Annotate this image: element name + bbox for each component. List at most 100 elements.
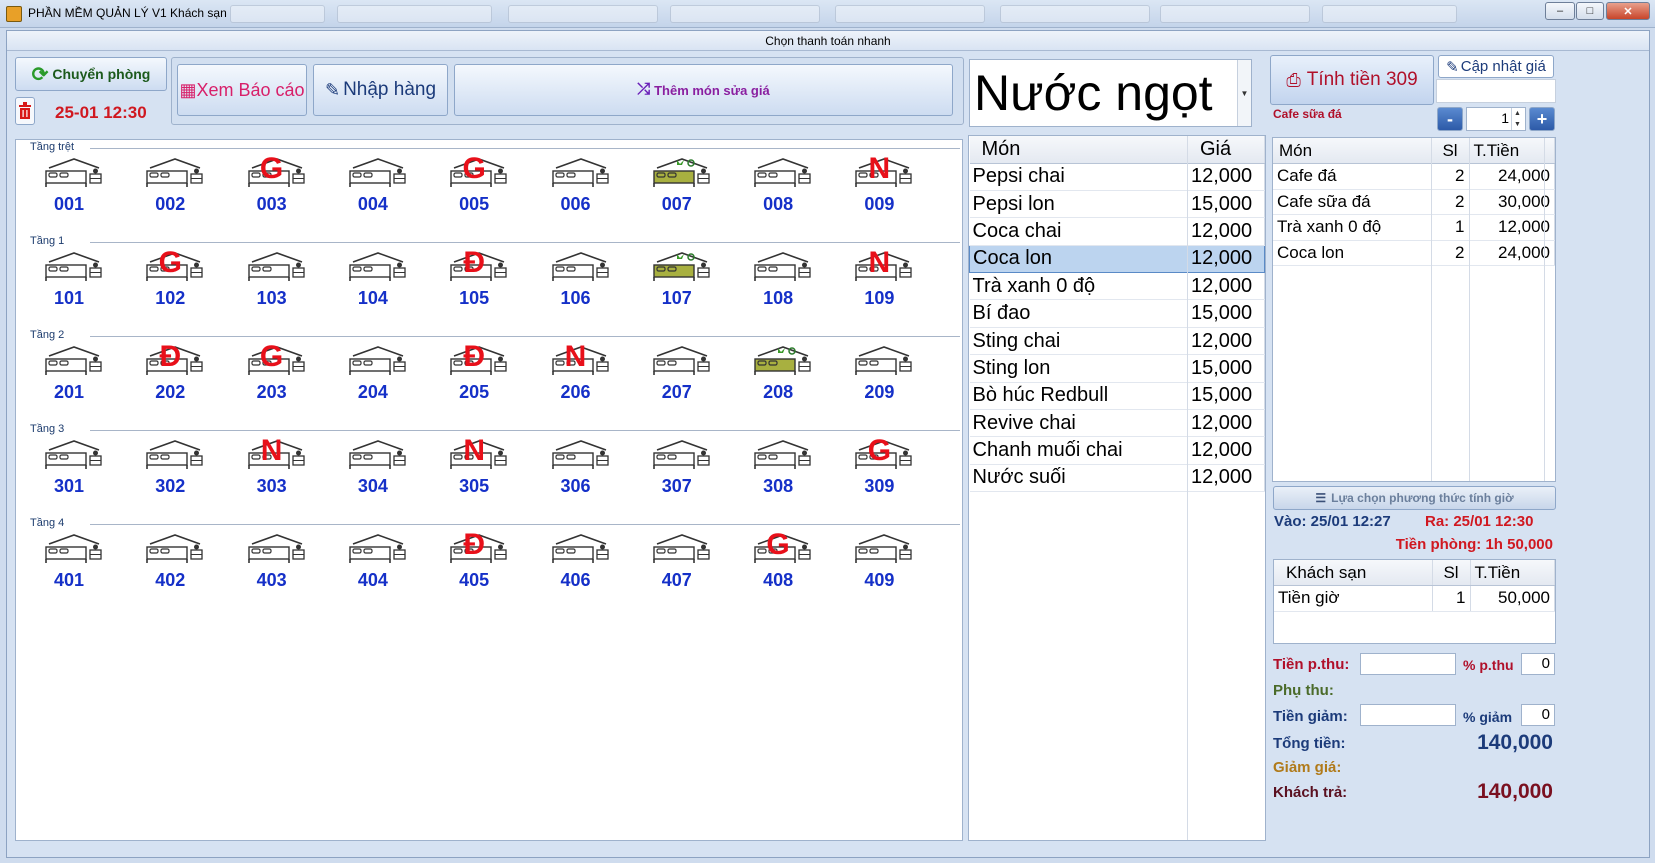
menu-row[interactable]: Coca lon 12,000 — [969, 244, 1265, 274]
room-305[interactable]: N 305 — [434, 434, 514, 500]
room-402[interactable]: 402 — [130, 534, 210, 594]
room-209[interactable]: 209 — [839, 346, 919, 406]
view-report-button[interactable]: ▦ Xem Báo cáo — [177, 64, 307, 116]
order-row[interactable]: Trà xanh 0 độ 1 12,000 — [1273, 214, 1555, 241]
add-item-edit-price-button[interactable]: ⤮ Thêm món sửa giá — [454, 64, 953, 116]
transfer-room-button[interactable]: ⟳ Chuyển phòng — [15, 57, 167, 91]
room-001[interactable]: 001 — [29, 158, 109, 218]
room-106[interactable]: 106 — [536, 252, 616, 312]
room-307[interactable]: 307 — [637, 440, 717, 500]
room-103[interactable]: 103 — [232, 252, 312, 312]
reduce-label: Giảm giá: — [1273, 759, 1342, 776]
background-taskbar-tab — [1000, 5, 1150, 23]
menu-row[interactable]: Sting chai 12,000 — [969, 327, 1265, 356]
room-005[interactable]: G 005 — [434, 152, 514, 218]
menu-row[interactable]: Chanh muối chai 12,000 — [969, 436, 1265, 465]
column-divider — [1544, 138, 1545, 481]
menu-row[interactable]: Pepsi chai 12,000 — [969, 163, 1265, 191]
spin-arrows-icon[interactable]: ▲ ▼ — [1511, 108, 1523, 130]
time-method-button[interactable]: ☰ Lựa chọn phương thức tính giờ — [1273, 486, 1556, 510]
menu-row[interactable]: Bí đao 15,000 — [969, 299, 1265, 328]
room-309[interactable]: G 309 — [839, 434, 919, 500]
room-206[interactable]: N 206 — [536, 340, 616, 406]
room-008[interactable]: 008 — [738, 158, 818, 218]
room-009[interactable]: N 009 — [839, 152, 919, 218]
delete-button[interactable] — [15, 97, 35, 125]
menu-row[interactable]: Trà xanh 0 độ 12,000 — [969, 272, 1265, 301]
room-407[interactable]: 407 — [637, 534, 717, 594]
order-row[interactable]: Cafe đá 2 24,000 — [1273, 163, 1555, 190]
room-108[interactable]: 108 — [738, 252, 818, 312]
qty-plus-button[interactable]: + — [1529, 107, 1555, 131]
menu-item-name: Sting lon — [969, 354, 1188, 383]
discount-pct-input[interactable]: 0 — [1521, 704, 1555, 726]
room-107[interactable]: 107 — [637, 252, 717, 312]
minimize-button[interactable]: – — [1545, 2, 1575, 20]
room-104[interactable]: 104 — [333, 252, 413, 312]
menu-row[interactable]: Revive chai 12,000 — [969, 409, 1265, 438]
room-302[interactable]: 302 — [130, 440, 210, 500]
order-row[interactable]: Coca lon 2 24,000 — [1273, 240, 1555, 266]
bed-icon — [146, 440, 203, 469]
room-205[interactable]: Đ 205 — [434, 340, 514, 406]
menu-row[interactable]: Nước suối 12,000 — [969, 464, 1265, 493]
bed-icon — [652, 346, 710, 375]
maximize-button[interactable]: □ — [1576, 2, 1604, 20]
hotel-col-item: Khách sạn — [1274, 560, 1433, 586]
qty-stepper[interactable]: 1 ▲ ▼ — [1466, 107, 1526, 131]
bed-icon — [349, 252, 406, 281]
room-401[interactable]: 401 — [29, 534, 109, 594]
room-102[interactable]: G 102 — [130, 246, 210, 312]
room-105[interactable]: Đ 105 — [434, 246, 514, 312]
room-007[interactable]: 007 — [637, 158, 717, 218]
surcharge-input[interactable] — [1360, 653, 1456, 675]
room-405[interactable]: Đ 405 — [434, 528, 514, 594]
room-207[interactable]: 207 — [637, 346, 717, 406]
room-408[interactable]: G 408 — [738, 528, 818, 594]
room-status-letter: Đ — [463, 340, 486, 373]
room-101[interactable]: 101 — [29, 252, 109, 312]
menu-row[interactable]: Bò húc Redbull 15,000 — [969, 382, 1265, 411]
room-301[interactable]: 301 — [29, 440, 109, 500]
bed-icon — [551, 534, 609, 563]
surcharge-pct-label: % p.thu — [1463, 657, 1514, 673]
chevron-down-icon[interactable]: ▼ — [1237, 60, 1251, 126]
qty-minus-button[interactable]: - — [1437, 107, 1463, 131]
hotel-row[interactable]: Tiền giờ 1 50,000 — [1274, 585, 1555, 612]
room-304[interactable]: 304 — [333, 440, 413, 500]
update-price-button[interactable]: ✎ Cập nhật giá — [1438, 55, 1554, 78]
room-303[interactable]: N 303 — [232, 434, 312, 500]
room-004[interactable]: 004 — [333, 158, 413, 218]
menu-item-name: Bí đao — [969, 299, 1188, 328]
checkout-button[interactable]: ⎙ Tính tiền 309 — [1270, 55, 1434, 105]
room-204[interactable]: 204 — [333, 346, 413, 406]
price-input[interactable] — [1436, 79, 1556, 103]
discount-input[interactable] — [1360, 704, 1456, 726]
room-201[interactable]: 201 — [29, 346, 109, 406]
room-409[interactable]: 409 — [839, 534, 919, 594]
room-404[interactable]: 404 — [333, 534, 413, 594]
menu-row[interactable]: Coca chai 12,000 — [969, 217, 1265, 246]
room-202[interactable]: Đ 202 — [130, 340, 210, 406]
customer-pay-value: 140,000 — [1477, 780, 1553, 803]
room-002[interactable]: 002 — [130, 158, 210, 218]
room-208[interactable]: 208 — [738, 346, 818, 406]
room-109[interactable]: N 109 — [839, 246, 919, 312]
menu-row[interactable]: Pepsi lon 15,000 — [969, 190, 1265, 219]
background-taskbar-tab — [230, 5, 325, 23]
room-403[interactable]: 403 — [232, 534, 312, 594]
room-306[interactable]: 306 — [536, 440, 616, 500]
room-406[interactable]: 406 — [536, 534, 616, 594]
room-308[interactable]: 308 — [738, 440, 818, 500]
category-select[interactable]: Nước ngọt ▼ — [969, 59, 1252, 127]
room-003[interactable]: G 003 — [232, 152, 312, 218]
room-203[interactable]: G 203 — [232, 340, 312, 406]
bed-icon — [652, 158, 710, 187]
room-006[interactable]: 006 — [536, 158, 616, 218]
surcharge-pct-input[interactable]: 0 — [1521, 653, 1555, 675]
shuffle-icon: ⤮ — [637, 81, 651, 98]
close-button[interactable]: ✕ — [1606, 2, 1650, 20]
menu-row[interactable]: Sting lon 15,000 — [969, 354, 1265, 383]
order-row[interactable]: Cafe sữa đá 2 30,000 — [1273, 189, 1555, 215]
import-goods-button[interactable]: ✎ Nhập hàng — [313, 64, 448, 116]
